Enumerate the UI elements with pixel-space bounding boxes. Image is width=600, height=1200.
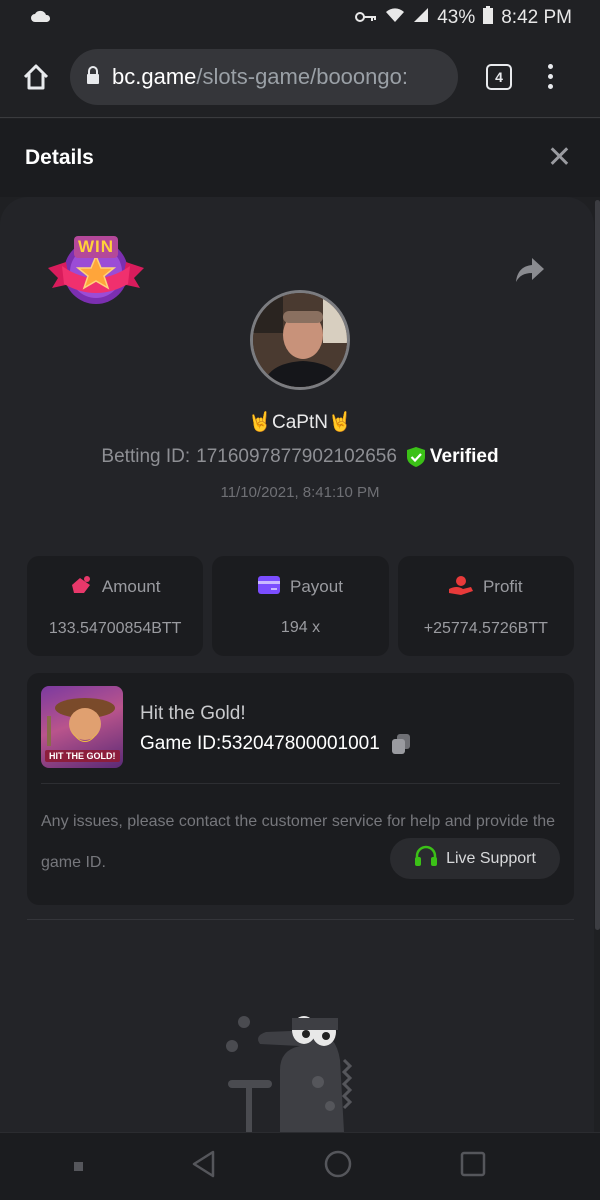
win-badge: WIN	[48, 232, 144, 308]
details-header: Details ✕	[0, 119, 600, 197]
android-nav-bar	[0, 1132, 600, 1200]
stat-label: Payout	[290, 577, 343, 596]
stat-card-amount: Amount 133.54700854BTT	[27, 556, 204, 656]
username[interactable]: 🤘CaPtN🤘	[0, 410, 600, 434]
battery-percent: 43%	[437, 7, 476, 28]
live-support-label: Live Support	[446, 849, 536, 867]
stat-value: 194 x	[280, 618, 321, 636]
shield-check-icon	[406, 447, 425, 467]
nav-dot-icon	[73, 1162, 83, 1171]
copy-icon[interactable]	[390, 733, 412, 755]
bet-stats: Amount 133.54700854BTT Payout 194 x Prof…	[27, 556, 574, 656]
live-support-button[interactable]: Live Support	[390, 838, 560, 879]
divider	[27, 919, 574, 920]
browser-menu-icon[interactable]	[548, 64, 553, 89]
stat-value: 133.54700854BTT	[48, 619, 182, 637]
status-bar: 43% 8:42 PM	[0, 0, 600, 36]
home-icon[interactable]	[18, 59, 54, 95]
stat-value: +25774.5726BTT	[423, 619, 548, 637]
address-bar[interactable]: bc.game/slots-game/booongo:	[70, 48, 458, 105]
game-thumbnail-label: HIT THE GOLD!	[45, 750, 120, 762]
betting-id-label: Betting ID:	[101, 446, 191, 467]
game-name[interactable]: Hit the Gold!	[140, 703, 246, 725]
username-text: CaPtN	[272, 412, 328, 433]
tab-switcher-button[interactable]: 4	[486, 63, 512, 90]
bag-icon	[70, 575, 92, 600]
hand-coin-icon	[448, 575, 473, 600]
game-id-value: 532047800001001	[221, 733, 380, 754]
browser-toolbar: bc.game/slots-game/booongo: 4	[0, 36, 600, 118]
stat-label: Amount	[101, 577, 161, 596]
clock: 8:42 PM	[501, 7, 572, 28]
betting-id-row: Betting ID: 1716097877902102656 Verified	[0, 446, 600, 468]
url-host: bc.game	[112, 63, 197, 89]
card-icon	[258, 575, 281, 599]
signal-icon	[413, 7, 429, 29]
wifi-icon	[385, 7, 405, 29]
crocodile-mascot-illustration	[220, 1010, 380, 1132]
share-icon[interactable]	[514, 256, 546, 284]
divider	[41, 783, 560, 784]
home-nav-icon[interactable]	[324, 1150, 352, 1183]
vpn-key-icon	[355, 7, 377, 29]
game-id-row: Game ID: 532047800001001	[140, 733, 412, 755]
game-card: HIT THE GOLD! Hit the Gold! Game ID: 532…	[27, 673, 574, 905]
details-title: Details	[25, 146, 94, 169]
close-icon[interactable]: ✕	[547, 143, 572, 173]
url-path: /slots-game/booongo:	[196, 63, 408, 89]
stat-label: Profit	[482, 577, 523, 596]
bet-timestamp: 11/10/2021, 8:41:10 PM	[220, 484, 380, 501]
game-id-label: Game ID:	[140, 733, 222, 754]
win-badge-text: WIN	[77, 237, 115, 256]
stat-card-payout: Payout 194 x	[212, 556, 389, 656]
scrollbar[interactable]	[595, 200, 600, 930]
game-thumbnail[interactable]: HIT THE GOLD!	[41, 686, 123, 768]
horns-emoji-icon: 🤘	[327, 412, 352, 433]
back-icon[interactable]	[191, 1150, 217, 1183]
betting-id-value: 1716097877902102656	[196, 446, 397, 467]
battery-icon	[483, 6, 494, 30]
lock-icon	[86, 64, 100, 90]
headset-icon	[414, 845, 438, 872]
avatar	[250, 290, 350, 390]
horns-emoji-icon: 🤘	[248, 412, 273, 433]
stat-card-profit: Profit +25774.5726BTT	[397, 556, 574, 656]
cloud-icon	[30, 7, 52, 29]
verified-text: Verified	[429, 446, 499, 467]
recents-icon[interactable]	[460, 1151, 486, 1182]
verified-badge: Verified	[406, 446, 499, 468]
